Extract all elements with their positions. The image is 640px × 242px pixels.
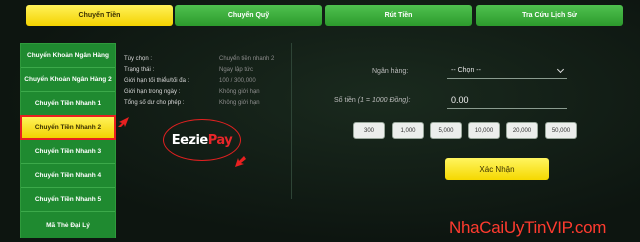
bank-select-value: -- Chọn -- — [451, 67, 481, 74]
amount-input[interactable]: 0.00 — [447, 92, 567, 109]
amount-label: Số tiền (1 = 1000 Đồng): — [334, 97, 410, 104]
tab-rut-tien[interactable]: Rút Tiền — [325, 5, 472, 26]
amount-input-value: 0.00 — [451, 95, 469, 105]
amount-chip-20000[interactable]: 20,000 — [506, 122, 538, 139]
info-label-total-balance: Tổng số dư cho phép : — [124, 100, 185, 106]
amount-chip-5000[interactable]: 5,000 — [430, 122, 462, 139]
info-value-status: Ngay lập tức — [219, 67, 254, 73]
site-watermark: NhaCaiUyTinVIP.com — [449, 218, 607, 237]
info-value-option: Chuyển tiền nhanh 2 — [219, 56, 275, 62]
amount-chip-50000[interactable]: 50,000 — [545, 122, 577, 139]
tab-tra-cuu-lich-su[interactable]: Tra Cứu Lịch Sử — [476, 5, 623, 26]
logo-text-eezie: Eezie — [171, 132, 209, 148]
logo-text-pay: Pay — [207, 132, 233, 148]
eeziepay-logo: EeziePay — [163, 119, 241, 161]
info-value-min-max: 100 / 300,000 — [219, 78, 256, 84]
bank-select[interactable]: -- Chọn -- — [447, 63, 567, 79]
sidebar-item-quick-transfer-3[interactable]: Chuyển Tiền Nhanh 3 — [21, 140, 115, 164]
amount-hint: (1 = 1000 Đồng): — [357, 97, 411, 104]
info-value-total-balance: Không giới hạn — [219, 100, 260, 106]
tab-chuyen-quy[interactable]: Chuyển Quỹ — [175, 5, 322, 26]
info-label-min-max: Giới hạn tối thiểu/tối đa : — [124, 78, 190, 84]
sidebar-item-bank-transfer-2[interactable]: Chuyển Khoản Ngân Hàng 2 — [21, 68, 115, 92]
sidebar-item-agent-card-code[interactable]: Mã Thẻ Đại Lý — [21, 212, 115, 238]
confirm-button[interactable]: Xác Nhận — [445, 158, 549, 180]
pointer-arrow-icon — [118, 117, 129, 127]
sidebar-item-quick-transfer-5[interactable]: Chuyển Tiền Nhanh 5 — [21, 188, 115, 212]
panel-divider — [291, 43, 292, 199]
info-label-option: Tùy chọn : — [124, 56, 153, 62]
info-label-daily-limit: Giới hạn trong ngày : — [124, 89, 181, 95]
chevron-down-icon — [556, 65, 565, 74]
pointer-arrow-icon — [235, 156, 246, 167]
amount-chip-10000[interactable]: 10,000 — [468, 122, 500, 139]
info-value-daily-limit: Không giới hạn — [219, 89, 260, 95]
sidebar-item-quick-transfer-1[interactable]: Chuyển Tiền Nhanh 1 — [21, 92, 115, 116]
tab-chuyen-tien[interactable]: Chuyển Tiền — [26, 5, 173, 26]
sidebar-item-quick-transfer-4[interactable]: Chuyển Tiền Nhanh 4 — [21, 164, 115, 188]
amount-chip-300[interactable]: 300 — [353, 122, 385, 139]
sidebar-item-bank-transfer[interactable]: Chuyển Khoản Ngân Hàng — [21, 44, 115, 68]
amount-label-text: Số tiền — [334, 97, 356, 104]
info-label-status: Trạng thái : — [124, 67, 155, 73]
bank-label: Ngân hàng: — [372, 68, 409, 75]
sidebar-item-quick-transfer-2[interactable]: Chuyển Tiền Nhanh 2 — [20, 115, 116, 140]
transfer-method-sidebar: Chuyển Khoản Ngân Hàng Chuyển Khoản Ngân… — [20, 43, 116, 238]
amount-chip-1000[interactable]: 1,000 — [392, 122, 424, 139]
